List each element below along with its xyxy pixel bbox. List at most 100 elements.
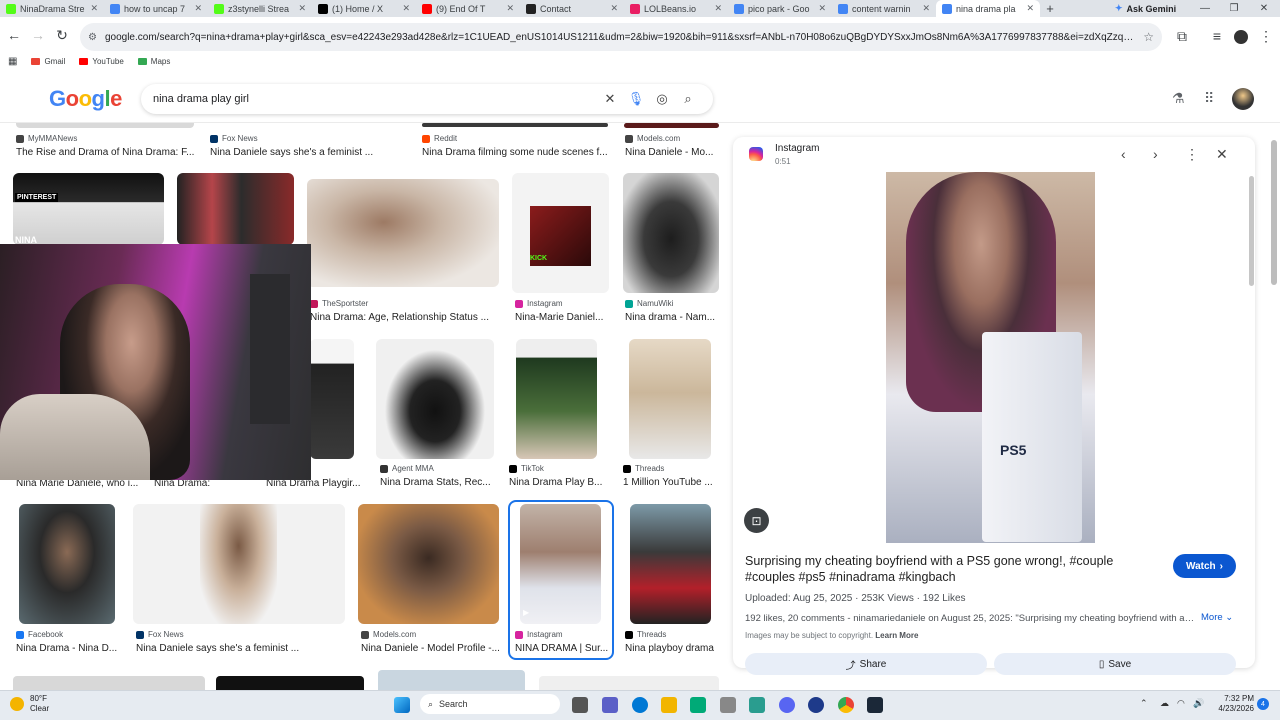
chrome-icon[interactable] (838, 697, 854, 713)
image-thumbnail[interactable] (216, 676, 364, 690)
image-thumbnail[interactable]: KICK (512, 173, 609, 293)
app-icon[interactable] (808, 697, 824, 713)
file-explorer-icon[interactable] (661, 697, 677, 713)
media-control-icon[interactable]: ≡ (1205, 28, 1229, 44)
panel-title[interactable]: Surprising my cheating boyfriend with a … (745, 553, 1165, 585)
result-title[interactable]: Nina Drama - Nina D... (16, 643, 126, 655)
result-caption[interactable]: Threads Nina playboy drama (625, 629, 720, 655)
image-thumbnail[interactable] (307, 179, 499, 287)
app-icon[interactable] (720, 697, 736, 713)
result-caption[interactable]: Fox News Nina Daniele says she's a femini… (210, 133, 410, 159)
learn-more-link[interactable]: Learn More (875, 631, 918, 640)
tab-close-icon[interactable]: ✕ (922, 3, 930, 14)
result-caption[interactable]: TheSportster Nina Drama: Age, Relationshi… (310, 298, 500, 324)
start-icon[interactable] (394, 697, 410, 713)
search-input[interactable]: nina drama play girl (153, 93, 597, 105)
result-title[interactable]: Nina Drama Play B... (509, 477, 604, 489)
browser-tab[interactable]: NinaDrama Stre ✕ (0, 0, 104, 17)
app-icon[interactable] (749, 697, 765, 713)
new-tab-button[interactable]: + (1040, 1, 1060, 16)
result-caption[interactable]: NamuWiki Nina drama - Nam... (625, 298, 720, 324)
share-button[interactable]: ⤴ Share (745, 653, 987, 675)
browser-tab[interactable]: z3stynelli Strea ✕ (208, 0, 312, 17)
address-bar[interactable]: ⚙ google.com/search?q=nina+drama+play+gi… (80, 23, 1162, 51)
bookmark-item[interactable]: Maps (137, 57, 170, 66)
result-title[interactable]: Nina Daniele says she's a feminist ... (210, 147, 410, 159)
google-logo[interactable]: Google (49, 86, 122, 112)
image-thumbnail[interactable] (133, 504, 345, 624)
prev-icon[interactable]: ‹ (1121, 146, 1126, 162)
browser-tab[interactable]: (1) Home / X ✕ (312, 0, 416, 17)
tab-close-icon[interactable]: ✕ (610, 3, 618, 14)
clear-icon[interactable]: ✕ (597, 91, 623, 107)
search-box[interactable]: nina drama play girl ✕ 🎙 ◎ ⌕ (141, 84, 713, 114)
minimize-icon[interactable]: — (1190, 0, 1220, 17)
tab-close-icon[interactable]: ✕ (1026, 3, 1034, 14)
image-thumbnail[interactable] (19, 504, 115, 624)
close-window-icon[interactable]: ✕ (1249, 0, 1279, 17)
result-title[interactable]: Nina Drama filming some nude scenes f... (422, 147, 612, 159)
image-thumbnail[interactable] (630, 504, 711, 624)
watch-button[interactable]: Watch › (1173, 554, 1236, 578)
image-thumbnail[interactable] (624, 123, 719, 128)
reload-icon[interactable]: ↻ (50, 27, 74, 44)
bookmark-item[interactable]: YouTube (79, 57, 124, 66)
cast-icon[interactable]: ⧉ (1170, 28, 1194, 45)
tab-close-icon[interactable]: ✕ (402, 3, 410, 14)
result-title[interactable]: Nina Drama: Age, Relationship Status ... (310, 312, 500, 324)
tab-close-icon[interactable]: ✕ (818, 3, 826, 14)
browser-tab[interactable]: pico park - Goo ✕ (728, 0, 832, 17)
result-caption[interactable]: Models.com Nina Daniele - Mo... (625, 133, 720, 159)
page-scrollbar[interactable] (1271, 140, 1277, 285)
result-title[interactable]: Nina Daniele - Mo... (625, 147, 720, 159)
labs-flask-icon[interactable]: ⚗ (1172, 90, 1185, 107)
task-view-icon[interactable] (572, 697, 588, 713)
teams-icon[interactable] (602, 697, 618, 713)
wifi-icon[interactable]: ◠ (1177, 698, 1185, 709)
edge-icon[interactable] (632, 697, 648, 713)
system-clock[interactable]: 7:32 PM 4/23/2026 (1214, 694, 1254, 714)
image-thumbnail[interactable] (358, 504, 499, 624)
restore-icon[interactable]: ❐ (1219, 0, 1249, 17)
steam-icon[interactable] (867, 697, 883, 713)
image-thumbnail[interactable] (629, 339, 711, 459)
search-icon[interactable]: ⌕ (675, 91, 701, 107)
preview-video[interactable]: PS5 (886, 172, 1095, 543)
image-thumbnail[interactable] (13, 676, 205, 690)
result-title[interactable]: Nina Daniele - Model Profile -... (361, 643, 501, 655)
volume-icon[interactable]: 🔊 (1193, 698, 1204, 709)
mic-icon[interactable]: 🎙 (623, 91, 649, 107)
more-options-icon[interactable]: ⋮ (1185, 146, 1199, 163)
tray-app-icon[interactable]: ☁ (1160, 698, 1169, 709)
panel-source[interactable]: Instagram (775, 143, 819, 154)
store-icon[interactable] (690, 697, 706, 713)
tab-close-icon[interactable]: ✕ (90, 3, 98, 14)
browser-tab[interactable]: LOLBeans.io ✕ (624, 0, 728, 17)
bookmark-star-icon[interactable]: ☆ (1143, 30, 1154, 44)
image-thumbnail[interactable] (623, 173, 719, 293)
next-icon[interactable]: › (1153, 146, 1158, 162)
back-icon[interactable]: ← (2, 27, 26, 43)
lens-icon[interactable]: ◎ (649, 91, 675, 107)
result-caption[interactable]: Facebook Nina Drama - Nina D... (16, 629, 126, 655)
result-caption[interactable]: Models.com Nina Daniele - Model Profile -… (361, 629, 501, 655)
ask-gemini-button[interactable]: ✦ Ask Gemini (1107, 1, 1184, 16)
profile-icon[interactable] (1234, 30, 1248, 44)
result-caption[interactable]: Reddit Nina Drama filming some nude scene… (422, 133, 612, 159)
tab-close-icon[interactable]: ✕ (506, 3, 514, 14)
apps-grid-icon[interactable]: ▦ (8, 56, 17, 67)
result-title[interactable]: NINA DRAMA | Sur... (515, 643, 610, 655)
more-button[interactable]: More ⌄ (1201, 612, 1233, 623)
visual-search-icon[interactable]: ⊡ (744, 508, 769, 533)
result-title[interactable]: Nina-Marie Daniel... (515, 312, 610, 324)
image-thumbnail[interactable] (422, 123, 608, 127)
browser-tab[interactable]: how to uncap 7 ✕ (104, 0, 208, 17)
result-caption[interactable]: Instagram NINA DRAMA | Sur... (515, 629, 610, 655)
image-thumbnail[interactable] (16, 123, 194, 128)
tab-close-icon[interactable]: ✕ (714, 3, 722, 14)
result-caption[interactable]: TikTok Nina Drama Play B... (509, 463, 604, 489)
image-thumbnail[interactable]: PINTEREST NINA (13, 173, 164, 245)
notification-badge[interactable]: 4 (1257, 698, 1269, 710)
image-thumbnail[interactable] (378, 670, 525, 690)
result-caption[interactable]: Fox News Nina Daniele says she's a femini… (136, 629, 341, 655)
